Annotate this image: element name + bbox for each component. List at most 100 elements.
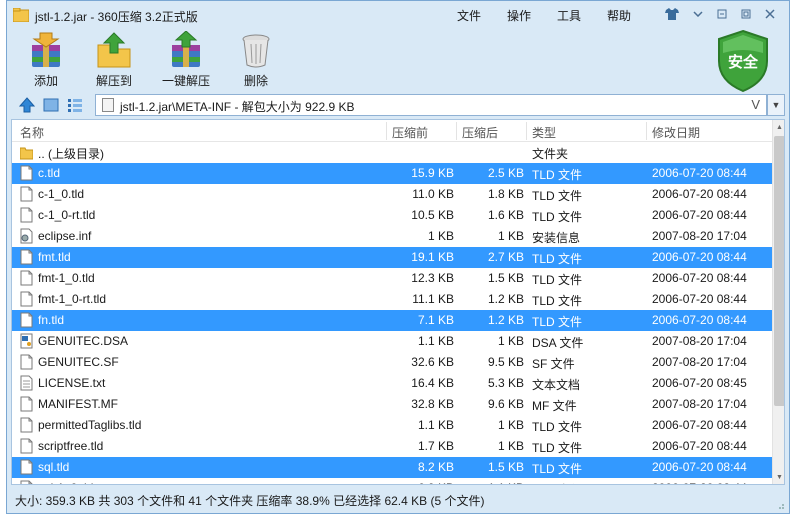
file-row[interactable]: LICENSE.txt 16.4 KB 5.3 KB 文本文档 2006-07-20 0… — [12, 373, 772, 394]
file-name: .. (上级目录) — [38, 147, 104, 161]
list-header: 名称 压缩前 压缩后 类型 修改日期 — [12, 120, 772, 142]
file-name: c.tld — [38, 166, 61, 180]
file-size-original: 1.5 KB — [487, 460, 524, 474]
close-icon — [765, 9, 775, 19]
file-type: TLD 文件 — [532, 189, 583, 203]
file-size-compressed: 6.9 KB — [418, 481, 454, 484]
file-row[interactable]: eclipse.inf 1 KB 1 KB 安装信息 2007-08-20 17:04 — [12, 226, 772, 247]
view-list-icon[interactable] — [67, 97, 83, 113]
vertical-scrollbar[interactable]: ▲ ▼ — [772, 120, 784, 484]
security-label: 安全 — [727, 54, 758, 71]
file-row[interactable]: GENUITEC.SF 32.6 KB 9.5 KB SF 文件 2007-08-20 … — [12, 352, 772, 373]
app-logo-icon — [13, 8, 29, 22]
delete-button[interactable]: 删除 — [223, 31, 289, 89]
file-type: 安装信息 — [532, 231, 581, 245]
add-button[interactable]: 添加 — [13, 31, 79, 89]
file-modified: 2006-07-20 08:44 — [652, 460, 747, 474]
file-row[interactable]: sql-1_0.tld 6.9 KB 1.1 KB TLD 文件 2006-07-20 … — [12, 478, 772, 484]
file-size-original: 1.1 KB — [488, 481, 524, 484]
file-type: TLD 文件 — [532, 210, 583, 224]
toolbar: 添加 解压到 一键解压 删除 — [7, 29, 789, 91]
file-row[interactable]: c-1_0-rt.tld 10.5 KB 1.6 KB TLD 文件 2006-07-2… — [12, 205, 772, 226]
text-file-icon — [20, 375, 33, 391]
close-button[interactable] — [759, 5, 781, 23]
minimize-button[interactable] — [711, 5, 733, 23]
dropdown-button[interactable] — [687, 5, 709, 23]
scroll-up-icon[interactable]: ▲ — [773, 120, 784, 134]
file-name: GENUITEC.SF — [38, 355, 119, 369]
column-modified[interactable]: 修改日期 — [652, 124, 700, 141]
file-row[interactable]: sql.tld 8.2 KB 1.5 KB TLD 文件 2006-07-20 08:4… — [12, 457, 772, 478]
skin-button[interactable] — [661, 5, 683, 23]
file-row[interactable]: fmt.tld 19.1 KB 2.7 KB TLD 文件 2006-07-20 08:… — [12, 247, 772, 268]
menu-help[interactable]: 帮助 — [607, 7, 631, 24]
file-icon — [20, 165, 33, 181]
column-divider[interactable] — [526, 122, 527, 140]
extract-to-icon — [97, 32, 131, 68]
address-dropdown-button[interactable]: ▼ — [767, 94, 785, 116]
file-size-compressed: 1.1 KB — [417, 418, 454, 432]
file-size-original: 1 KB — [497, 418, 524, 432]
file-modified: 2007-08-20 17:04 — [652, 397, 747, 411]
file-row[interactable]: permittedTaglibs.tld 1.1 KB 1 KB TLD 文件 2006… — [12, 415, 772, 436]
menu-operate[interactable]: 操作 — [507, 7, 531, 24]
view-large-icon[interactable] — [43, 97, 59, 113]
scrollbar-thumb[interactable] — [774, 136, 784, 406]
file-row[interactable]: fmt-1_0.tld 12.3 KB 1.5 KB TLD 文件 2006-07-20… — [12, 268, 772, 289]
minimize-icon — [717, 9, 727, 19]
file-row[interactable]: c-1_0.tld 11.0 KB 1.8 KB TLD 文件 2006-07-20 0… — [12, 184, 772, 205]
file-row[interactable]: fn.tld 7.1 KB 1.2 KB TLD 文件 2006-07-20 08:44 — [12, 310, 772, 331]
column-name[interactable]: 名称 — [20, 124, 44, 141]
file-size-compressed: 16.4 KB — [411, 376, 454, 390]
extract-to-button[interactable]: 解压到 — [81, 31, 147, 89]
setup-info-icon — [20, 228, 33, 244]
status-text: 大小: 359.3 KB 共 303 个文件和 41 个文件夹 压缩率 38.9… — [15, 494, 485, 508]
file-modified: 2007-08-20 17:04 — [652, 229, 747, 243]
file-modified: 2007-08-20 17:04 — [652, 355, 747, 369]
column-divider[interactable] — [646, 122, 647, 140]
file-modified: 2006-07-20 08:44 — [652, 439, 747, 453]
column-type[interactable]: 类型 — [532, 124, 556, 141]
file-icon — [20, 249, 33, 265]
file-row[interactable]: MANIFEST.MF 32.8 KB 9.6 KB MF 文件 2007-08-20 … — [12, 394, 772, 415]
maximize-button[interactable] — [735, 5, 757, 23]
file-row[interactable]: .. (上级目录) 文件夹 — [12, 142, 772, 163]
column-original[interactable]: 压缩后 — [462, 124, 498, 141]
up-arrow-icon[interactable] — [19, 97, 35, 113]
file-icon — [20, 438, 33, 454]
window-title: jstl-1.2.jar - 360压缩 3.2正式版 — [35, 10, 198, 24]
delete-trash-icon — [242, 34, 270, 68]
file-row[interactable]: GENUITEC.DSA 1.1 KB 1 KB DSA 文件 2007-08-20 1… — [12, 331, 772, 352]
file-name: permittedTaglibs.tld — [38, 418, 142, 432]
file-size-original: 1.2 KB — [487, 313, 524, 327]
file-name: fn.tld — [38, 313, 65, 327]
column-divider[interactable] — [456, 122, 457, 140]
column-divider[interactable] — [386, 122, 387, 140]
file-type: TLD 文件 — [532, 168, 583, 182]
address-bar[interactable]: jstl-1.2.jar\META-INF - 解包大小为 922.9 KB V — [95, 94, 767, 116]
resize-grip-icon[interactable] — [775, 500, 785, 510]
security-shield-button[interactable]: 安全 — [715, 29, 771, 93]
menu-file[interactable]: 文件 — [457, 7, 481, 24]
one-click-extract-label: 一键解压 — [161, 74, 210, 88]
file-size-original: 2.5 KB — [487, 166, 524, 180]
file-row[interactable]: fmt-1_0-rt.tld 11.1 KB 1.2 KB TLD 文件 2006-07… — [12, 289, 772, 310]
file-type: TLD 文件 — [532, 273, 583, 287]
column-compressed[interactable]: 压缩前 — [392, 124, 428, 141]
file-icon — [20, 354, 33, 370]
file-icon — [20, 396, 33, 412]
file-modified: 2006-07-20 08:44 — [652, 292, 747, 306]
file-row[interactable]: c.tld 15.9 KB 2.5 KB TLD 文件 2006-07-20 08:44 — [12, 163, 772, 184]
file-row[interactable]: scriptfree.tld 1.7 KB 1 KB TLD 文件 2006-07-20… — [12, 436, 772, 457]
file-size-compressed: 32.8 KB — [411, 397, 454, 411]
file-icon — [20, 480, 33, 484]
file-modified: 2006-07-20 08:44 — [652, 166, 747, 180]
scroll-down-icon[interactable]: ▼ — [773, 470, 784, 484]
file-icon — [20, 291, 33, 307]
one-click-extract-button[interactable]: 一键解压 — [153, 30, 219, 89]
menu-tools[interactable]: 工具 — [557, 7, 581, 24]
file-modified: 2007-08-20 17:04 — [652, 334, 747, 348]
maximize-icon — [741, 9, 751, 19]
chevron-down-icon — [693, 11, 703, 17]
file-size-compressed: 32.6 KB — [411, 355, 454, 369]
